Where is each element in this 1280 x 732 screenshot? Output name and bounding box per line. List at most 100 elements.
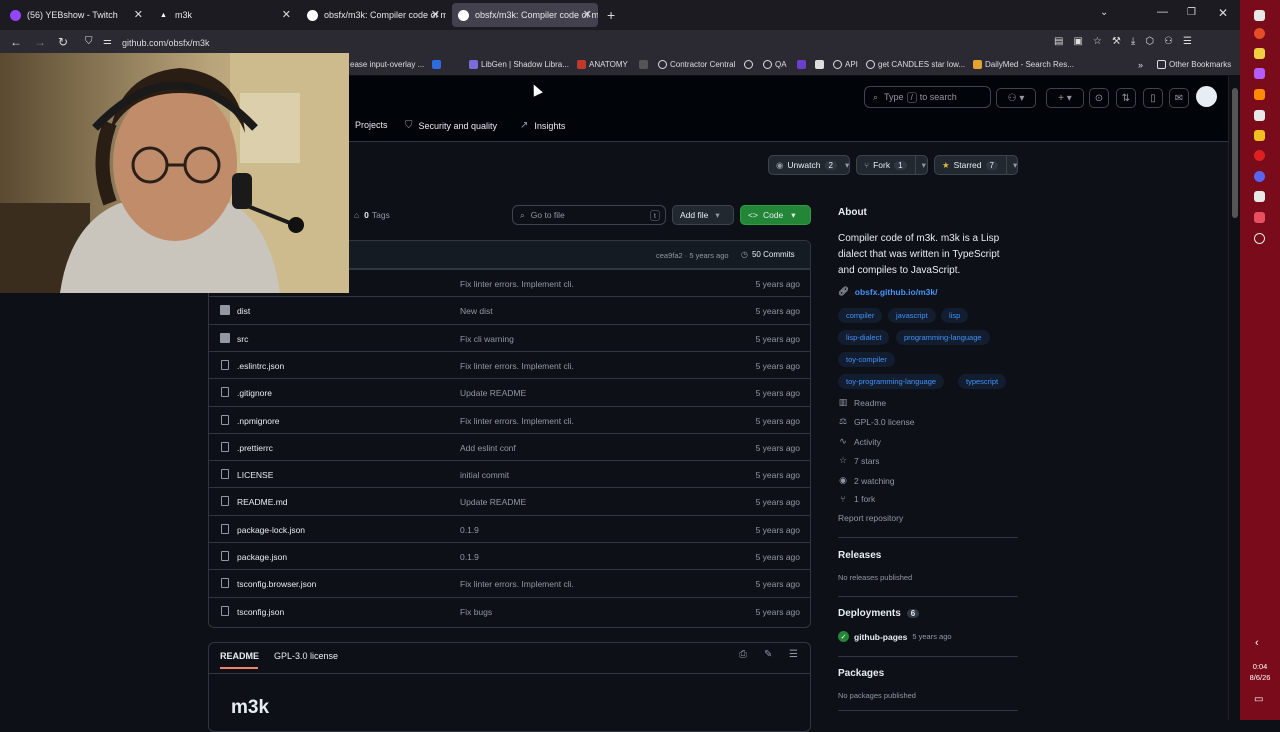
bookmark-item[interactable] [815, 60, 827, 69]
releases-title[interactable]: Releases [838, 550, 881, 561]
tab-list-icon[interactable]: ⌄ [1100, 7, 1108, 18]
file-name[interactable]: LICENSE [237, 470, 273, 480]
outline-icon[interactable]: ☰ [789, 649, 798, 660]
unwatch-button[interactable]: ◉ Unwatch 2 ▾ [768, 155, 850, 175]
file-name[interactable]: dist [237, 306, 250, 316]
scrollbar-thumb[interactable] [1232, 88, 1238, 218]
add-file-button[interactable]: Add file ▾ [672, 205, 734, 225]
bookmark-item[interactable]: get CANDLES star low... [866, 60, 965, 69]
topic-tag[interactable]: toy-compiler [838, 352, 895, 367]
file-name[interactable]: src [237, 334, 248, 344]
deployment-item[interactable]: ✓ github-pages 5 years ago [838, 631, 952, 642]
app-icon[interactable] [1254, 233, 1265, 244]
commit-hash[interactable]: cea9fa2 · 5 years ago [656, 251, 729, 260]
license-link[interactable]: ⚖ GPL-3.0 license [838, 416, 915, 427]
app-icon[interactable] [1254, 191, 1265, 202]
bookmark-item[interactable]: ANATOMY [577, 60, 628, 69]
topic-tag[interactable]: compiler [838, 308, 883, 323]
app-icon[interactable] [1254, 171, 1265, 182]
shield-icon[interactable]: ⛉ [85, 36, 93, 47]
forks-link[interactable]: ⑂ 1 fork [838, 494, 875, 504]
commit-message[interactable]: 0.1.9 [460, 552, 479, 562]
bookmark-item[interactable] [797, 60, 809, 69]
tab-insights[interactable]: ↗ Insights [520, 120, 565, 131]
topic-tag[interactable]: typescript [958, 374, 1007, 389]
table-row[interactable]: tsconfig.json Fix bugs 5 years ago [209, 596, 810, 624]
bookmark-item[interactable] [744, 60, 756, 69]
table-row[interactable]: package-lock.json 0.1.9 5 years ago [209, 514, 810, 542]
table-row[interactable]: .npmignore Fix linter errors. Implement c… [209, 405, 810, 433]
watching-link[interactable]: ◉ 2 watching [838, 475, 895, 486]
tab-github-active[interactable]: obsfx/m3k: Compiler code of m ✕ [452, 3, 598, 27]
tags-link[interactable]: ⌂ 0 Tags [354, 210, 390, 220]
tab-projects[interactable]: Projects [355, 120, 388, 130]
stars-link[interactable]: ☆ 7 stars [838, 455, 880, 466]
app-icon[interactable] [1254, 110, 1265, 121]
file-name[interactable]: .npmignore [237, 416, 280, 426]
deployments-title[interactable]: Deployments 6 [838, 608, 920, 619]
commit-message[interactable]: initial commit [460, 470, 509, 480]
copilot-button[interactable]: ⚇ ▾ [996, 88, 1036, 108]
bookmark-item[interactable]: LibGen | Shadow Libra... [469, 60, 569, 69]
scrollbar[interactable] [1228, 76, 1240, 720]
close-icon[interactable]: ✕ [431, 8, 440, 21]
table-row[interactable]: README.md Update README 5 years ago [209, 487, 810, 514]
app-icon[interactable] [1254, 68, 1265, 79]
url-bar[interactable]: github.com/obsfx/m3k [122, 38, 210, 48]
table-row[interactable]: tsconfig.browser.json Fix linter errors. … [209, 569, 810, 596]
fork-button[interactable]: ⑂ Fork 1 ▾ [856, 155, 928, 175]
commit-message[interactable]: 0.1.9 [460, 525, 479, 535]
topic-tag[interactable]: toy-programming-language [838, 374, 945, 389]
bookmark-item[interactable]: API [833, 60, 858, 69]
tab-twitch[interactable]: (56) YEBshow - Twitch ✕ [4, 3, 149, 27]
tab-m3k[interactable]: ▲ m3k ✕ [152, 3, 297, 27]
commit-message[interactable]: Fix cli warning [460, 334, 514, 344]
minimize-icon[interactable]: — [1157, 6, 1168, 18]
file-name[interactable]: tsconfig.json [237, 607, 284, 617]
tab-license[interactable]: GPL-3.0 license [274, 651, 338, 661]
close-icon[interactable]: ✕ [583, 8, 592, 21]
bookmark-folder[interactable]: Other Bookmarks [1157, 60, 1231, 69]
code-button[interactable]: <> Code ▾ [740, 205, 811, 225]
table-row[interactable]: .eslintrc.json Fix linter errors. Impleme… [209, 350, 810, 378]
commit-message[interactable]: Fix linter errors. Implement cli. [460, 361, 574, 371]
activity-link[interactable]: ∿ Activity [838, 436, 881, 447]
notification-icon[interactable]: ▭ [1254, 694, 1263, 705]
issues-button[interactable]: ⊙ [1089, 88, 1109, 108]
homepage-link[interactable]: 🔗︎ obsfx.github.io/m3k/ [838, 286, 937, 297]
commit-message[interactable]: Fix linter errors. Implement cli. [460, 579, 574, 589]
tab-readme[interactable]: README [220, 651, 259, 661]
commit-message[interactable]: Update README [460, 497, 526, 507]
app-icon[interactable] [1254, 10, 1265, 21]
commit-message[interactable]: Add eslint conf [460, 443, 516, 453]
window-close-icon[interactable]: ✕ [1218, 6, 1228, 20]
notifications-button[interactable]: ✉ [1169, 88, 1189, 108]
close-icon[interactable]: ✕ [282, 8, 291, 21]
file-name[interactable]: package-lock.json [237, 525, 305, 535]
topic-tag[interactable]: programming-language [896, 330, 990, 345]
table-row[interactable]: .gitignore Update README 5 years ago [209, 378, 810, 405]
commit-message[interactable]: Update README [460, 388, 526, 398]
pull-requests-button[interactable]: ⇅ [1116, 88, 1136, 108]
app-icon[interactable] [1254, 48, 1265, 59]
tab-security[interactable]: ⛉ Security and quality [405, 120, 497, 131]
new-tab-icon[interactable]: + [607, 7, 615, 23]
app-icon[interactable] [1254, 130, 1265, 141]
repositories-button[interactable]: ▯ [1143, 88, 1163, 108]
table-row[interactable]: package.json 0.1.9 5 years ago [209, 542, 810, 569]
site-info-icon[interactable]: ⚌ [103, 36, 112, 47]
file-name[interactable]: README.md [237, 497, 288, 507]
starred-button[interactable]: ★ Starred 7 ▾ [934, 155, 1018, 175]
go-to-file-input[interactable]: ⌕ Go to file t [512, 205, 666, 225]
bookmark-item[interactable] [432, 60, 444, 69]
raw-icon[interactable]: ⎙ [739, 649, 747, 660]
file-name[interactable]: tsconfig.browser.json [237, 579, 316, 589]
avatar[interactable] [1196, 86, 1217, 107]
app-icon[interactable] [1254, 212, 1265, 223]
app-icon[interactable] [1254, 150, 1265, 161]
topic-tag[interactable]: javascript [888, 308, 936, 323]
file-name[interactable]: package.json [237, 552, 287, 562]
app-icon[interactable] [1254, 28, 1265, 39]
file-name[interactable]: .gitignore [237, 388, 272, 398]
commit-message[interactable]: Fix linter errors. Implement cli. [460, 279, 574, 289]
